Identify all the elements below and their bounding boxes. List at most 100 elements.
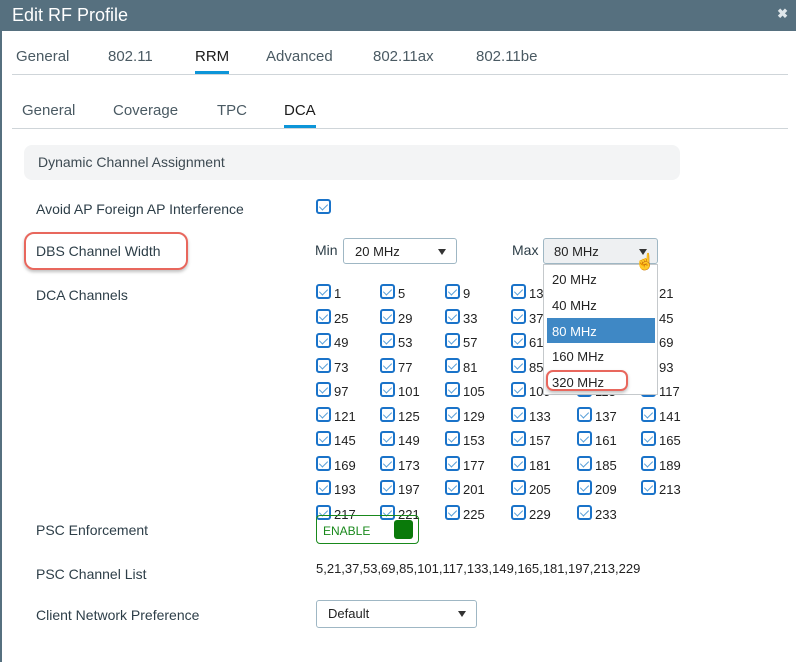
close-icon[interactable]: ✖ — [777, 6, 788, 22]
tab-divider — [12, 74, 788, 75]
channel-225-checkbox[interactable] — [445, 504, 460, 520]
toggle-label: ENABLE — [323, 524, 371, 538]
channel-229-checkbox[interactable] — [511, 504, 526, 520]
chevron-down-icon — [438, 249, 446, 255]
avoid-foreign-checkbox[interactable] — [316, 199, 331, 214]
channel-label: 77 — [398, 359, 413, 375]
channel-109-checkbox[interactable] — [511, 382, 526, 397]
channel-33-checkbox[interactable] — [445, 308, 460, 324]
channel-157-checkbox[interactable] — [511, 431, 526, 446]
channel-233-checkbox[interactable] — [577, 504, 592, 520]
channel-label: 173 — [398, 457, 420, 473]
channel-85-checkbox[interactable] — [511, 357, 526, 373]
channel-label: 61 — [529, 335, 544, 350]
channel-label: 149 — [398, 433, 420, 448]
channel-label: 53 — [398, 335, 413, 350]
channel-149-checkbox[interactable] — [380, 431, 395, 446]
option-80mhz[interactable]: 80 MHz — [547, 318, 655, 343]
channel-121-checkbox[interactable] — [316, 406, 331, 422]
option-40mhz[interactable]: 40 MHz — [544, 292, 657, 317]
channel-25-checkbox[interactable] — [316, 308, 331, 324]
channel-173-checkbox[interactable] — [380, 455, 395, 471]
channel-209-checkbox[interactable] — [577, 480, 592, 495]
dbs-label: DBS Channel Width — [36, 243, 161, 259]
channel-1-checkbox[interactable] — [316, 284, 331, 299]
dca-channels-label: DCA Channels — [36, 287, 128, 303]
channel-153-checkbox[interactable] — [445, 431, 460, 446]
channel-label: 121 — [334, 408, 356, 424]
channel-61-checkbox[interactable] — [511, 333, 526, 348]
channel-label: 1 — [334, 286, 342, 301]
channel-label: 133 — [529, 408, 551, 424]
psc-channel-list-label: PSC Channel List — [36, 566, 147, 582]
channel-label: 161 — [595, 433, 617, 448]
channel-141-checkbox[interactable] — [641, 406, 656, 422]
psc-enforcement-toggle[interactable]: ENABLE — [316, 515, 419, 544]
channel-213-checkbox[interactable] — [641, 480, 656, 495]
channel-37-checkbox[interactable] — [511, 308, 526, 324]
channel-81-checkbox[interactable] — [445, 357, 460, 373]
channel-label: 145 — [334, 433, 356, 448]
tab-802-11be[interactable]: 802.11be — [476, 48, 537, 65]
channel-169-checkbox[interactable] — [316, 455, 331, 471]
channel-185-checkbox[interactable] — [577, 455, 592, 471]
channel-label: 9 — [463, 286, 471, 301]
max-width-dropdown[interactable]: 20 MHz 40 MHz 80 MHz 160 MHz 320 MHz — [543, 264, 658, 395]
channel-193-checkbox[interactable] — [316, 480, 331, 495]
channel-57-checkbox[interactable] — [445, 333, 460, 348]
channel-5-checkbox[interactable] — [380, 284, 395, 299]
subtab-general[interactable]: General — [22, 102, 75, 119]
channel-189-checkbox[interactable] — [641, 455, 656, 471]
channel-label: 153 — [463, 433, 485, 448]
option-160mhz[interactable]: 160 MHz — [544, 343, 657, 368]
client-pref-label: Client Network Preference — [36, 607, 200, 623]
channel-205-checkbox[interactable] — [511, 480, 526, 495]
channel-133-checkbox[interactable] — [511, 406, 526, 422]
channel-label: 73 — [334, 359, 349, 375]
tab-general[interactable]: General — [16, 48, 69, 65]
channel-label: 93 — [659, 359, 674, 375]
channel-13-checkbox[interactable] — [511, 284, 526, 299]
channel-129-checkbox[interactable] — [445, 406, 460, 422]
channel-label: 141 — [659, 408, 681, 424]
channel-177-checkbox[interactable] — [445, 455, 460, 471]
subtab-tpc[interactable]: TPC — [217, 102, 247, 119]
channel-label: 21 — [659, 286, 674, 301]
channel-label: 97 — [334, 384, 349, 399]
channel-label: 125 — [398, 408, 420, 424]
channel-137-checkbox[interactable] — [577, 406, 592, 422]
tab-advanced[interactable]: Advanced — [266, 48, 333, 65]
channel-73-checkbox[interactable] — [316, 357, 331, 373]
subtab-coverage[interactable]: Coverage — [113, 102, 178, 119]
channel-181-checkbox[interactable] — [511, 455, 526, 471]
client-pref-select[interactable]: Default — [316, 600, 477, 628]
channel-29-checkbox[interactable] — [380, 308, 395, 324]
channel-145-checkbox[interactable] — [316, 431, 331, 446]
channel-125-checkbox[interactable] — [380, 406, 395, 422]
channel-label: 57 — [463, 335, 478, 350]
tab-802-11[interactable]: 802.11 — [108, 48, 153, 65]
channel-label: 233 — [595, 506, 617, 522]
dialog-header: Edit RF Profile ✖ — [2, 0, 796, 31]
channel-label: 101 — [398, 384, 420, 399]
channel-label: 185 — [595, 457, 617, 473]
channel-197-checkbox[interactable] — [380, 480, 395, 495]
min-width-select[interactable]: 20 MHz — [343, 238, 457, 264]
channel-165-checkbox[interactable] — [641, 431, 656, 446]
max-width-value: 80 MHz — [554, 244, 599, 259]
channel-label: 69 — [659, 335, 674, 350]
channel-97-checkbox[interactable] — [316, 382, 331, 397]
channel-label: 229 — [529, 506, 551, 522]
channel-201-checkbox[interactable] — [445, 480, 460, 495]
channel-161-checkbox[interactable] — [577, 431, 592, 446]
channel-77-checkbox[interactable] — [380, 357, 395, 373]
min-width-value: 20 MHz — [355, 244, 400, 259]
tab-802-11ax[interactable]: 802.11ax — [373, 48, 434, 65]
channel-49-checkbox[interactable] — [316, 333, 331, 348]
channel-53-checkbox[interactable] — [380, 333, 395, 348]
channel-105-checkbox[interactable] — [445, 382, 460, 397]
tab-rrm[interactable]: RRM — [195, 48, 230, 74]
channel-9-checkbox[interactable] — [445, 284, 460, 299]
subtab-dca[interactable]: DCA — [284, 102, 316, 128]
channel-101-checkbox[interactable] — [380, 382, 395, 397]
